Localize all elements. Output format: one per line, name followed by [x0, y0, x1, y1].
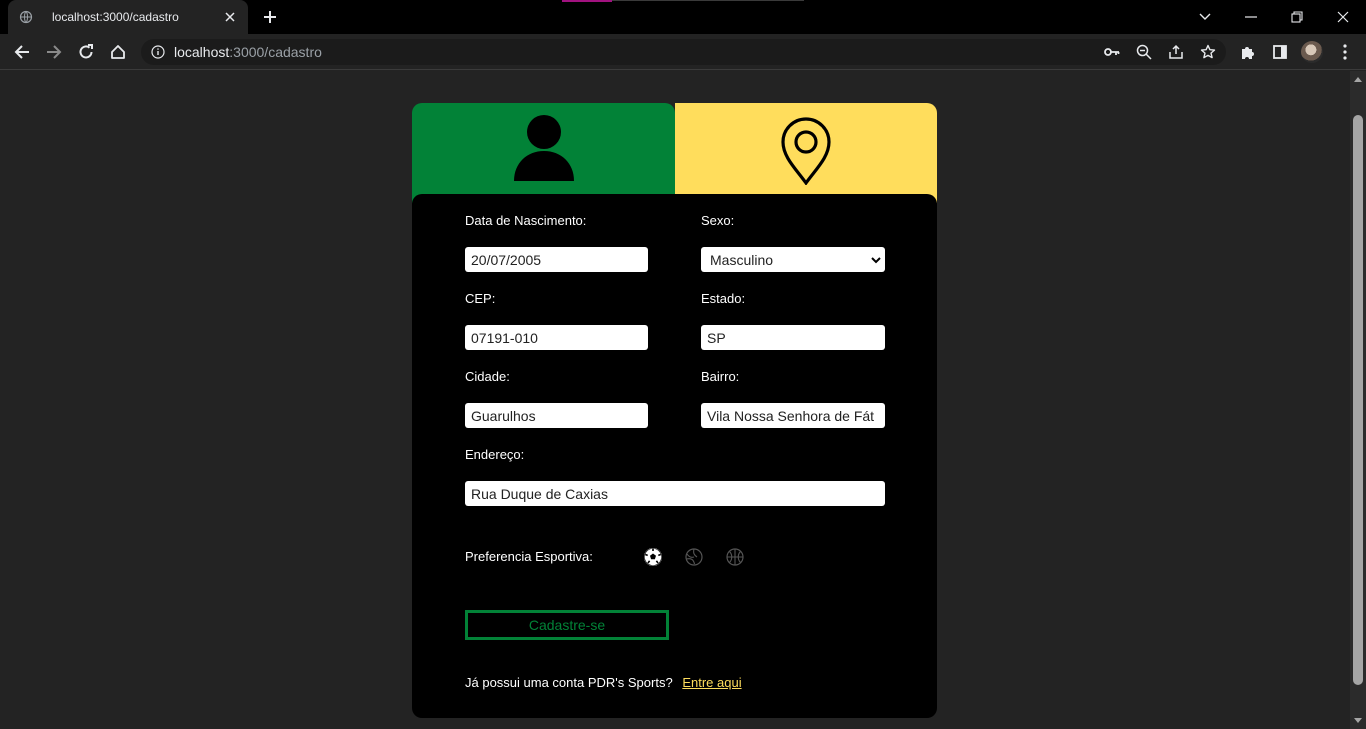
scroll-thumb[interactable] — [1353, 115, 1363, 685]
sex-select[interactable]: Masculino — [701, 247, 885, 272]
globe-icon — [18, 9, 34, 25]
minimize-icon[interactable] — [1239, 5, 1263, 29]
soccer-ball-icon[interactable] — [643, 547, 663, 567]
restore-icon[interactable] — [1285, 5, 1309, 29]
url-host: localhost — [174, 44, 230, 60]
key-icon[interactable] — [1104, 44, 1120, 60]
side-panel-icon[interactable] — [1268, 40, 1292, 64]
address-input[interactable]: Rua Duque de Caxias — [465, 481, 885, 506]
tab-strip-accent — [562, 0, 612, 2]
birth-date-label: Data de Nascimento: — [465, 213, 587, 228]
volleyball-icon[interactable] — [684, 547, 704, 567]
tab-title: localhost:3000/cadastro — [52, 10, 179, 24]
district-label: Bairro: — [701, 369, 740, 384]
address-bar[interactable]: localhost:3000/cadastro — [141, 39, 1226, 65]
browser-titlebar: localhost:3000/cadastro — [0, 0, 1366, 34]
browser-tab[interactable]: localhost:3000/cadastro — [8, 0, 248, 34]
scroll-down-arrow-icon[interactable] — [1354, 718, 1362, 723]
address-label: Endereço: — [465, 447, 525, 462]
close-window-icon[interactable] — [1331, 5, 1355, 29]
login-link[interactable]: Entre aqui — [682, 675, 741, 690]
cep-input[interactable]: 07191-010 — [465, 325, 648, 350]
state-label: Estado: — [701, 291, 746, 306]
birth-date-input[interactable]: 20/07/2005 — [465, 247, 648, 272]
tab-close-icon[interactable] — [222, 9, 238, 25]
share-icon[interactable] — [1168, 44, 1184, 60]
register-button[interactable]: Cadastre-se — [465, 610, 669, 640]
login-prompt-text: Já possui uma conta PDR's Sports? — [465, 675, 673, 690]
personal-data-header — [412, 103, 675, 203]
login-prompt-line: Já possui uma conta PDR's Sports? Entre … — [465, 675, 742, 690]
sex-select-value: Masculino — [710, 251, 774, 268]
back-arrow-icon[interactable] — [10, 40, 34, 64]
scroll-up-arrow-icon[interactable] — [1354, 77, 1362, 82]
browser-toolbar: localhost:3000/cadastro — [0, 34, 1366, 70]
tab-strip-divider — [612, 0, 804, 1]
sport-preference-label: Preferencia Esportiva: — [465, 549, 593, 564]
cep-label: CEP: — [465, 291, 496, 306]
zoom-out-icon[interactable] — [1136, 44, 1152, 60]
new-tab-button[interactable] — [258, 5, 282, 29]
user-icon — [514, 115, 574, 181]
more-menu-icon[interactable] — [1333, 40, 1357, 64]
sex-label: Sexo: — [701, 213, 735, 228]
bookmark-star-icon[interactable] — [1200, 44, 1216, 60]
district-input[interactable]: Vila Nossa Senhora de Fát — [701, 403, 885, 428]
extensions-puzzle-icon[interactable] — [1236, 40, 1260, 64]
location-pin-icon — [781, 117, 831, 185]
reload-icon[interactable] — [74, 40, 98, 64]
registration-form: Data de Nascimento: 20/07/2005 Sexo: Mas… — [412, 194, 937, 718]
page-scrollbar[interactable] — [1350, 71, 1366, 729]
state-input[interactable]: SP — [701, 325, 885, 350]
tab-search-icon[interactable] — [1193, 5, 1217, 29]
url-path: :3000/cadastro — [229, 44, 322, 60]
page-content: Data de Nascimento: 20/07/2005 Sexo: Mas… — [0, 71, 1350, 729]
address-header — [675, 103, 937, 203]
chevron-down-icon — [871, 256, 881, 263]
city-input[interactable]: Guarulhos — [465, 403, 648, 428]
city-label: Cidade: — [465, 369, 510, 384]
profile-avatar[interactable] — [1301, 41, 1323, 63]
home-icon[interactable] — [106, 40, 130, 64]
site-info-icon[interactable] — [151, 45, 165, 59]
basketball-icon[interactable] — [725, 547, 745, 567]
forward-arrow-icon[interactable] — [42, 40, 66, 64]
